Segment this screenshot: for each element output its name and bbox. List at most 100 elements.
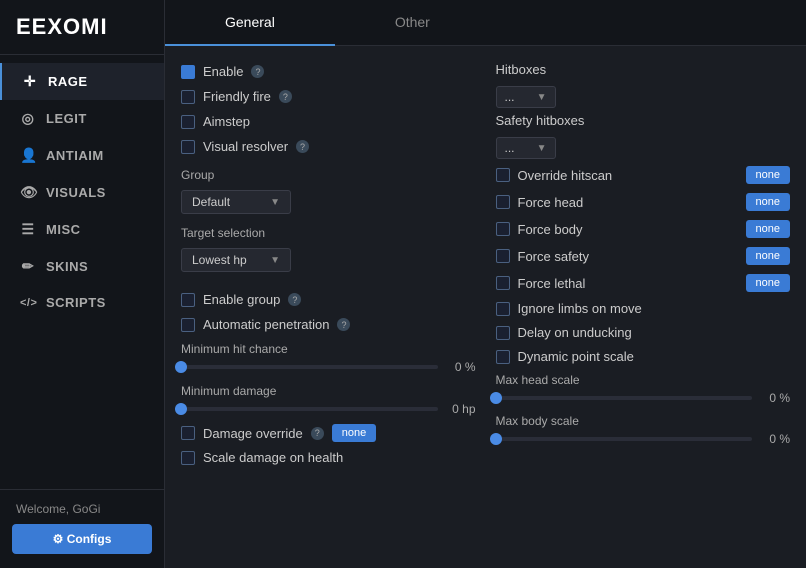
hitboxes-dropdown[interactable]: ... ▼ xyxy=(496,86,556,108)
enable-group-label: Enable group xyxy=(203,292,280,307)
damage-override-btn[interactable]: none xyxy=(332,424,376,442)
min-damage-track[interactable] xyxy=(181,407,438,411)
max-head-track-row: 0 % xyxy=(496,391,791,405)
group-dropdown[interactable]: Default ▼ xyxy=(181,190,291,214)
safety-hitboxes-dropdown[interactable]: ... ▼ xyxy=(496,137,556,159)
legit-icon: ◎ xyxy=(20,110,36,127)
misc-icon: ☰ xyxy=(20,221,36,238)
delay-unducking-checkbox[interactable] xyxy=(496,326,510,340)
min-damage-label: Minimum damage xyxy=(181,384,476,398)
sidebar-item-rage[interactable]: ✛ RAGE xyxy=(0,63,164,100)
max-body-track[interactable] xyxy=(496,437,753,441)
scale-damage-row: Scale damage on health xyxy=(181,448,476,467)
min-hit-chance-thumb[interactable] xyxy=(175,361,187,373)
scripts-icon: </> xyxy=(20,297,36,309)
enable-group-help-icon[interactable]: ? xyxy=(288,293,301,306)
force-lethal-checkbox[interactable] xyxy=(496,276,510,290)
visual-resolver-checkbox[interactable] xyxy=(181,140,195,154)
max-body-value: 0 % xyxy=(760,432,790,446)
enable-checkbox[interactable] xyxy=(181,65,195,79)
damage-override-help-icon[interactable]: ? xyxy=(311,427,324,440)
force-safety-checkbox[interactable] xyxy=(496,249,510,263)
override-hitscan-btn[interactable]: none xyxy=(746,166,790,184)
sidebar-item-misc[interactable]: ☰ MISC xyxy=(0,211,164,248)
force-head-row: Force head none xyxy=(496,191,791,213)
hitboxes-arrow: ▼ xyxy=(537,92,547,103)
aimstep-checkbox[interactable] xyxy=(181,115,195,129)
force-body-checkbox[interactable] xyxy=(496,222,510,236)
friendly-fire-row: Friendly fire ? xyxy=(181,87,476,106)
dynamic-point-label: Dynamic point scale xyxy=(518,349,791,364)
max-head-track[interactable] xyxy=(496,396,753,400)
enable-help-icon[interactable]: ? xyxy=(251,65,264,78)
ignore-limbs-row: Ignore limbs on move xyxy=(496,299,791,318)
auto-penetration-help-icon[interactable]: ? xyxy=(337,318,350,331)
max-head-scale-slider-row: Max head scale 0 % xyxy=(496,373,791,405)
max-head-value: 0 % xyxy=(760,391,790,405)
sidebar-item-legit[interactable]: ◎ LEGIT xyxy=(0,100,164,137)
min-damage-thumb[interactable] xyxy=(175,403,187,415)
force-head-label: Force head xyxy=(518,195,738,210)
dynamic-point-checkbox[interactable] xyxy=(496,350,510,364)
min-hit-chance-slider-row: Minimum hit chance 0 % xyxy=(181,342,476,374)
min-hit-chance-track[interactable] xyxy=(181,365,438,369)
ignore-limbs-label: Ignore limbs on move xyxy=(518,301,791,316)
enable-group-checkbox[interactable] xyxy=(181,293,195,307)
sidebar-item-scripts[interactable]: </> SCRIPTS xyxy=(0,285,164,320)
visual-resolver-label: Visual resolver xyxy=(203,139,288,154)
min-damage-value: 0 hp xyxy=(446,402,476,416)
tab-other[interactable]: Other xyxy=(335,0,490,46)
damage-override-row: Damage override ? none xyxy=(181,424,476,442)
target-dropdown-arrow: ▼ xyxy=(270,255,280,266)
sidebar: EEXOMI ✛ RAGE ◎ LEGIT 👤 ANTIAIM 👁 VISUAL… xyxy=(0,0,165,568)
max-body-track-row: 0 % xyxy=(496,432,791,446)
ignore-limbs-checkbox[interactable] xyxy=(496,302,510,316)
rage-icon: ✛ xyxy=(22,73,38,90)
welcome-text: Welcome, GoGi xyxy=(12,502,152,516)
max-head-thumb[interactable] xyxy=(490,392,502,404)
logo: EEXOMI xyxy=(0,0,164,55)
visual-resolver-help-icon[interactable]: ? xyxy=(296,140,309,153)
force-safety-row: Force safety none xyxy=(496,245,791,267)
force-body-btn[interactable]: none xyxy=(746,220,790,238)
min-hit-chance-label: Minimum hit chance xyxy=(181,342,476,356)
auto-penetration-checkbox[interactable] xyxy=(181,318,195,332)
auto-penetration-row: Automatic penetration ? xyxy=(181,315,476,334)
override-hitscan-checkbox[interactable] xyxy=(496,168,510,182)
force-head-checkbox[interactable] xyxy=(496,195,510,209)
delay-unducking-row: Delay on unducking xyxy=(496,323,791,342)
sidebar-item-label: SCRIPTS xyxy=(46,295,106,310)
main-content: General Other Enable ? Friendly fire ? A… xyxy=(165,0,806,568)
enable-row: Enable ? xyxy=(181,62,476,81)
auto-penetration-label: Automatic penetration xyxy=(203,317,329,332)
hitboxes-title: Hitboxes xyxy=(496,62,791,77)
scale-damage-checkbox[interactable] xyxy=(181,451,195,465)
friendly-fire-checkbox[interactable] xyxy=(181,90,195,104)
right-column: Hitboxes ... ▼ Safety hitboxes ... ▼ Ove… xyxy=(496,62,791,552)
force-safety-label: Force safety xyxy=(518,249,738,264)
configs-button[interactable]: ⚙ Configs xyxy=(12,524,152,554)
sidebar-item-label: RAGE xyxy=(48,74,88,89)
max-body-thumb[interactable] xyxy=(490,433,502,445)
enable-label: Enable xyxy=(203,64,243,79)
skins-icon: ✏ xyxy=(20,258,36,275)
target-selection-label: Target selection xyxy=(181,226,476,240)
target-dropdown[interactable]: Lowest hp ▼ xyxy=(181,248,291,272)
tab-general[interactable]: General xyxy=(165,0,335,46)
force-body-row: Force body none xyxy=(496,218,791,240)
sidebar-nav: ✛ RAGE ◎ LEGIT 👤 ANTIAIM 👁 VISUALS ☰ MIS… xyxy=(0,55,164,489)
visual-resolver-row: Visual resolver ? xyxy=(181,137,476,156)
friendly-fire-help-icon[interactable]: ? xyxy=(279,90,292,103)
visuals-icon: 👁 xyxy=(20,184,36,201)
force-safety-btn[interactable]: none xyxy=(746,247,790,265)
sidebar-item-antiaim[interactable]: 👤 ANTIAIM xyxy=(0,137,164,174)
force-head-btn[interactable]: none xyxy=(746,193,790,211)
force-lethal-btn[interactable]: none xyxy=(746,274,790,292)
group-value: Default xyxy=(192,195,230,209)
scale-damage-label: Scale damage on health xyxy=(203,450,343,465)
panel: Enable ? Friendly fire ? Aimstep Visual … xyxy=(165,46,806,568)
safety-value: ... xyxy=(505,141,515,155)
sidebar-item-skins[interactable]: ✏ SKINS xyxy=(0,248,164,285)
sidebar-item-visuals[interactable]: 👁 VISUALS xyxy=(0,174,164,211)
damage-override-checkbox[interactable] xyxy=(181,426,195,440)
